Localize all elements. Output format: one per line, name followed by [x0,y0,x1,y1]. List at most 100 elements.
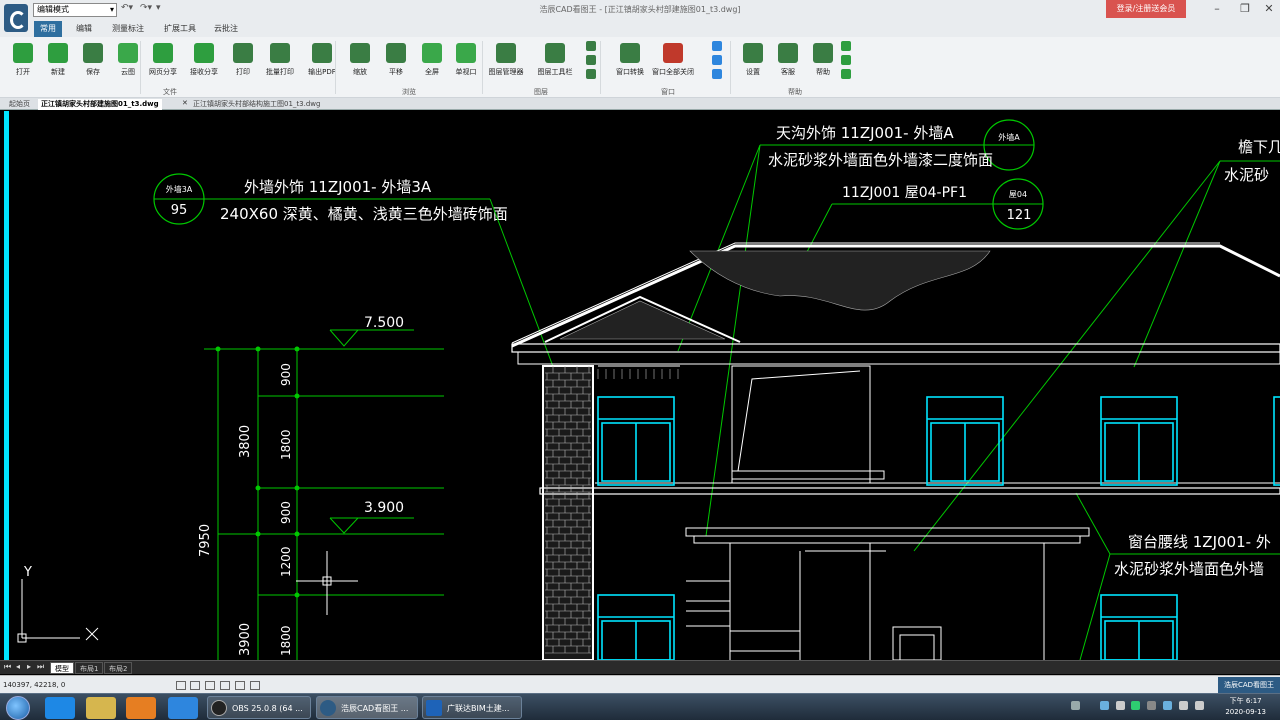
layer-toolbar-icon [545,43,565,63]
ribbon-small-icon[interactable] [712,69,722,79]
ie-browser-icon[interactable] [45,697,75,719]
redo-icon[interactable]: ↷▾ [140,3,152,13]
file-explorer-icon[interactable] [86,697,116,719]
osnap-toggle-icon[interactable] [235,681,245,690]
receive-share-icon [194,43,214,63]
ribbon-small-icon[interactable] [712,41,722,51]
ribbon-button-9[interactable]: 缩放 [342,41,378,85]
ribbon-button-label: 图层工具栏 [537,68,573,76]
dim-3900: 3900 [238,623,253,656]
ribbon-small-icon[interactable] [841,41,851,51]
tab-close-icon[interactable]: ✕ [182,99,188,107]
ribbon-small-icon[interactable] [712,55,722,65]
layout-tab-model[interactable]: 模型 [50,662,74,674]
settings-gear-icon [743,43,763,63]
ann4-line1: 檐下几 [1238,138,1280,156]
mode-select[interactable]: 编辑模式 [33,3,117,17]
taskbar-clock[interactable]: 下午 6:17 2020-09-13 [1225,696,1266,718]
tray-wechat-icon[interactable] [1131,701,1140,710]
tray-app-icon[interactable] [1116,701,1125,710]
undo-icon[interactable]: ↶▾ [121,3,133,13]
help-icon [813,43,833,63]
ann3-tag-bottom: 121 [1007,208,1032,223]
menu-tab-cloud-annotation[interactable]: 云批注 [208,21,244,37]
ribbon-button-1[interactable]: 新建 [40,41,76,85]
grid-toggle-icon[interactable] [176,681,186,690]
ortho-toggle-icon[interactable] [205,681,215,690]
tray-network-icon[interactable] [1179,701,1188,710]
layer-manager-icon [496,43,516,63]
menu-tab-measure[interactable]: 测量标注 [106,21,150,37]
export-pdf-icon [312,43,332,63]
customer-service-icon [778,43,798,63]
ann1-tag-top: 外墙3A [166,184,193,194]
ribbon-small-icon[interactable] [586,69,596,79]
ribbon-button-10[interactable]: 平移 [378,41,414,85]
maximize-icon[interactable]: ❐ [1234,1,1256,17]
ribbon-button-4[interactable]: 网页分享 [145,41,181,85]
nav-next-icon[interactable]: ▸ [27,662,31,671]
start-button-icon[interactable] [6,696,30,720]
ribbon-small-icon[interactable] [841,69,851,79]
cad-viewer-app: 编辑模式 ↶▾ ↷▾ ▾ 浩辰CAD看图王 - [正江镇胡家头村部建施图01_t… [0,0,1280,720]
ribbon-button-2[interactable]: 保存 [75,41,111,85]
clock-time: 下午 6:17 [1229,697,1262,705]
ribbon-small-icon[interactable] [841,55,851,65]
snap-toggle-icon[interactable] [190,681,200,690]
quick-access-more-icon[interactable]: ▾ [156,3,161,13]
tray-volume-icon[interactable] [1195,701,1204,710]
network-app-icon[interactable] [168,697,198,719]
ribbon-button-17[interactable]: 设置 [735,41,771,85]
ribbon-button-5[interactable]: 接收分享 [186,41,222,85]
ribbon-button-11[interactable]: 全屏 [414,41,450,85]
minimize-icon[interactable]: – [1206,1,1228,17]
menu-tab-edit[interactable]: 编辑 [70,21,98,37]
cursor-coordinates: 140397, 42218, 0 [3,681,66,689]
ribbon-button-13[interactable]: 图层管理器 [488,41,524,85]
media-player-icon[interactable] [126,697,156,719]
taskbar-app-cad-viewer[interactable]: 浩辰CAD看图王 ... [316,696,418,719]
drawing-canvas[interactable]: 外墙3A 95 外墙外饰 11ZJ001- 外墙3A 240X60 深黄、橘黄、… [0,111,1280,660]
new-file-icon [48,43,68,63]
polar-toggle-icon[interactable] [220,681,230,690]
ribbon-button-12[interactable]: 单视口 [448,41,484,85]
ribbon-button-15[interactable]: 窗口转换 [612,41,648,85]
login-register-button[interactable]: 登录/注册送会员 [1106,0,1186,18]
ribbon-button-19[interactable]: 帮助 [805,41,841,85]
ribbon-small-icon[interactable] [586,55,596,65]
ribbon-button-7[interactable]: 批量打印 [262,41,298,85]
taskbar-app-glodon-bim[interactable]: 广联达BIM土建... [422,696,522,719]
taskbar-app-obs[interactable]: OBS 25.0.8 (64 ... [207,696,311,719]
open-folder-icon [13,43,33,63]
close-icon[interactable]: ✕ [1258,1,1280,17]
ann4-line2: 水泥砂 [1224,166,1269,184]
ann1-tag-bottom: 95 [171,203,188,218]
elev-3900: 3.900 [364,500,404,516]
ribbon-button-6[interactable]: 打印 [225,41,261,85]
menu-tab-common[interactable]: 常用 [34,21,62,37]
ribbon-button-16[interactable]: 窗口全部关闭 [652,41,694,85]
layout-tab-2[interactable]: 布局2 [104,662,133,674]
app-logo-icon[interactable] [4,4,28,32]
document-tabs: 起始页 正江镇胡家头村部建施图01_t3.dwg ✕ 正江镇胡家头村部结构施工图… [0,98,1280,110]
tab-struct-drawing[interactable]: 正江镇胡家头村部结构施工图01_t3.dwg [190,99,323,110]
nav-prev-icon[interactable]: ◂ [16,662,20,671]
annotation-exterior-wall-3a: 外墙3A 95 外墙外饰 11ZJ001- 外墙3A 240X60 深黄、橘黄、… [153,173,567,402]
nav-last-icon[interactable]: ⏭ [37,662,44,672]
ribbon-button-14[interactable]: 图层工具栏 [537,41,573,85]
menu-tab-extend[interactable]: 扩展工具 [158,21,202,37]
ribbon-button-0[interactable]: 打开 [5,41,41,85]
layout-tab-1[interactable]: 布局1 [75,662,104,674]
title-bar: 编辑模式 ↶▾ ↷▾ ▾ 浩辰CAD看图王 - [正江镇胡家头村部建施图01_t… [0,0,1280,20]
otrack-toggle-icon[interactable] [250,681,260,690]
tray-keyboard-icon[interactable] [1071,701,1080,710]
nav-first-icon[interactable]: ⏮ [4,662,11,672]
ribbon-small-icon[interactable] [586,41,596,51]
tab-arch-drawing[interactable]: 正江镇胡家头村部建施图01_t3.dwg [38,99,162,110]
ribbon-button-18[interactable]: 客服 [770,41,806,85]
tray-security-icon[interactable] [1163,701,1172,710]
tab-start-page[interactable]: 起始页 [6,99,33,110]
tray-shield-icon[interactable] [1100,701,1109,710]
tray-usb-icon[interactable] [1147,701,1156,710]
dim-3800: 3800 [238,425,253,458]
